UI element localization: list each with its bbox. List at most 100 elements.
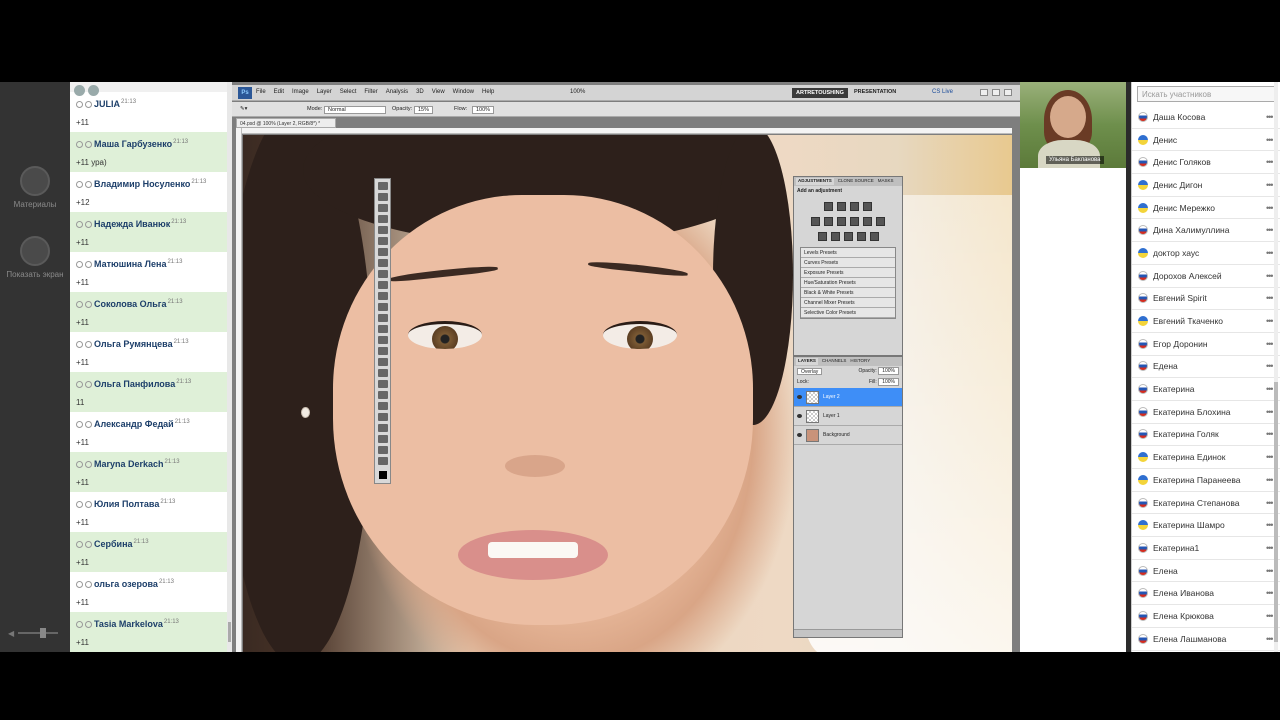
curves-icon[interactable] [850, 202, 859, 211]
info-icon[interactable] [85, 341, 92, 348]
ps-menu-item[interactable]: Help [482, 89, 494, 95]
cs-live[interactable]: CS Live [932, 89, 953, 95]
ps-menu-item[interactable]: Edit [274, 89, 284, 95]
show-screen-button[interactable]: Показать экран [0, 236, 70, 279]
remove-icon[interactable] [76, 181, 83, 188]
photo-filter-icon[interactable] [863, 217, 872, 226]
info-icon[interactable] [85, 421, 92, 428]
ps-tool-icon[interactable] [377, 380, 388, 388]
preset-item[interactable]: Hue/Saturation Presets [801, 278, 895, 288]
remove-icon[interactable] [76, 381, 83, 388]
ps-menu-item[interactable]: 3D [416, 89, 424, 95]
info-icon[interactable] [85, 581, 92, 588]
participant-row[interactable]: Егор Доронин ••• [1132, 333, 1280, 356]
remove-icon[interactable] [76, 541, 83, 548]
fill-field[interactable]: 100% [878, 378, 899, 386]
levels-icon[interactable] [837, 202, 846, 211]
preset-item[interactable]: Selective Color Presets [801, 308, 895, 318]
participants-search-input[interactable]: Искать участников [1137, 86, 1275, 102]
ps-tool-icon[interactable] [377, 215, 388, 223]
threshold-icon[interactable] [843, 232, 853, 241]
participants-scrollbar[interactable] [1274, 82, 1278, 652]
participant-row[interactable]: Екатерина Шамро ••• [1132, 514, 1280, 538]
ps-tool-icon[interactable] [377, 336, 388, 344]
chat-scroll-thumb[interactable] [228, 622, 231, 642]
visibility-eye-icon[interactable] [797, 414, 802, 418]
participant-row[interactable]: Екатерина Единок ••• [1132, 446, 1280, 469]
vibrance-icon[interactable] [811, 217, 820, 226]
info-icon[interactable] [85, 181, 92, 188]
adjustments-tab[interactable]: ADJUSTMENTS [796, 178, 834, 185]
ps-menu-item[interactable]: Select [340, 89, 357, 95]
opacity-field[interactable]: 15% [414, 106, 434, 114]
adjustments-tab[interactable]: MASKS [878, 178, 894, 185]
ps-menu-item[interactable]: Filter [364, 89, 377, 95]
layers-opacity-field[interactable]: 100% [878, 367, 899, 375]
participant-row[interactable]: Екатерина Голяк ••• [1132, 424, 1280, 447]
participant-row[interactable]: Елена ••• [1132, 560, 1280, 583]
layer-row[interactable]: Background [794, 426, 902, 445]
ps-tool-icon[interactable] [377, 248, 388, 256]
remove-icon[interactable] [76, 341, 83, 348]
participant-row[interactable]: Дорохов Алексей ••• [1132, 265, 1280, 288]
info-icon[interactable] [85, 301, 92, 308]
preset-item[interactable]: Channel Mixer Presets [801, 298, 895, 308]
participant-row[interactable]: Денис Дигон ••• [1132, 174, 1280, 197]
blend-mode-select[interactable]: Overlay [797, 368, 823, 375]
ps-tool-icon[interactable] [377, 446, 388, 454]
info-icon[interactable] [85, 101, 92, 108]
preset-item[interactable]: Exposure Presets [801, 268, 895, 278]
participants-scroll-thumb[interactable] [1274, 382, 1278, 642]
ps-menu-item[interactable]: Window [453, 89, 474, 95]
materials-button[interactable]: Материалы [0, 166, 70, 209]
posterize-icon[interactable] [830, 232, 840, 241]
info-icon[interactable] [85, 141, 92, 148]
info-icon[interactable] [85, 221, 92, 228]
document-tab[interactable]: 04.psd @ 100% (Layer 2, RGB/8*) * [236, 118, 336, 128]
mixer-icon[interactable] [876, 217, 885, 226]
ps-tool-icon[interactable] [377, 182, 388, 190]
ps-tool-icon[interactable] [377, 424, 388, 432]
ps-tool-icon[interactable] [377, 413, 388, 421]
adjustments-tab[interactable]: CLONE SOURCE [838, 178, 874, 185]
remove-icon[interactable] [76, 101, 83, 108]
layers-tab[interactable]: HISTORY [850, 358, 870, 365]
ps-tool-icon[interactable] [377, 314, 388, 322]
mode-select[interactable]: Normal [324, 106, 386, 114]
remove-icon[interactable] [76, 421, 83, 428]
participant-row[interactable]: Дина Халимуллина ••• [1132, 219, 1280, 243]
layers-tab[interactable]: LAYERS [796, 358, 818, 365]
info-icon[interactable] [85, 261, 92, 268]
participant-row[interactable]: Екатерина ••• [1132, 378, 1280, 401]
hue-icon[interactable] [824, 217, 833, 226]
remove-icon[interactable] [76, 461, 83, 468]
workspace-artretoushing[interactable]: ARTRETOUSHING [792, 88, 848, 98]
participant-row[interactable]: Денис Мережко ••• [1132, 197, 1280, 220]
participant-row[interactable]: Евгений Spirit ••• [1132, 288, 1280, 311]
ps-zoom[interactable]: 100% [570, 89, 585, 95]
ps-menu-item[interactable]: Analysis [386, 89, 408, 95]
brush-tool-icon[interactable]: ✎▾ [240, 106, 247, 112]
ps-menu-item[interactable]: File [256, 89, 266, 95]
remove-icon[interactable] [76, 141, 83, 148]
preset-item[interactable]: Levels Presets [801, 248, 895, 258]
ps-tool-icon[interactable] [377, 270, 388, 278]
ps-tool-icon[interactable] [377, 204, 388, 212]
ps-tool-icon[interactable] [377, 292, 388, 300]
ps-tool-icon[interactable] [377, 303, 388, 311]
ps-tool-icon[interactable] [377, 402, 388, 410]
ps-tool-icon[interactable] [377, 369, 388, 377]
participant-row[interactable]: Екатерина Степанова ••• [1132, 492, 1280, 515]
ps-menu-item[interactable]: Image [292, 89, 309, 95]
close-icon[interactable] [1004, 89, 1012, 96]
participant-row[interactable]: Даша Косова ••• [1132, 106, 1280, 129]
info-icon[interactable] [85, 541, 92, 548]
participant-row[interactable]: Денис Голяков ••• [1132, 151, 1280, 175]
ps-menu-item[interactable]: View [432, 89, 445, 95]
info-icon[interactable] [85, 501, 92, 508]
ps-tool-icon[interactable] [377, 193, 388, 201]
color-swatch-icon[interactable] [378, 471, 387, 479]
participant-row[interactable]: доктор хаус ••• [1132, 242, 1280, 265]
gradient-map-icon[interactable] [856, 232, 866, 241]
balance-icon[interactable] [837, 217, 846, 226]
